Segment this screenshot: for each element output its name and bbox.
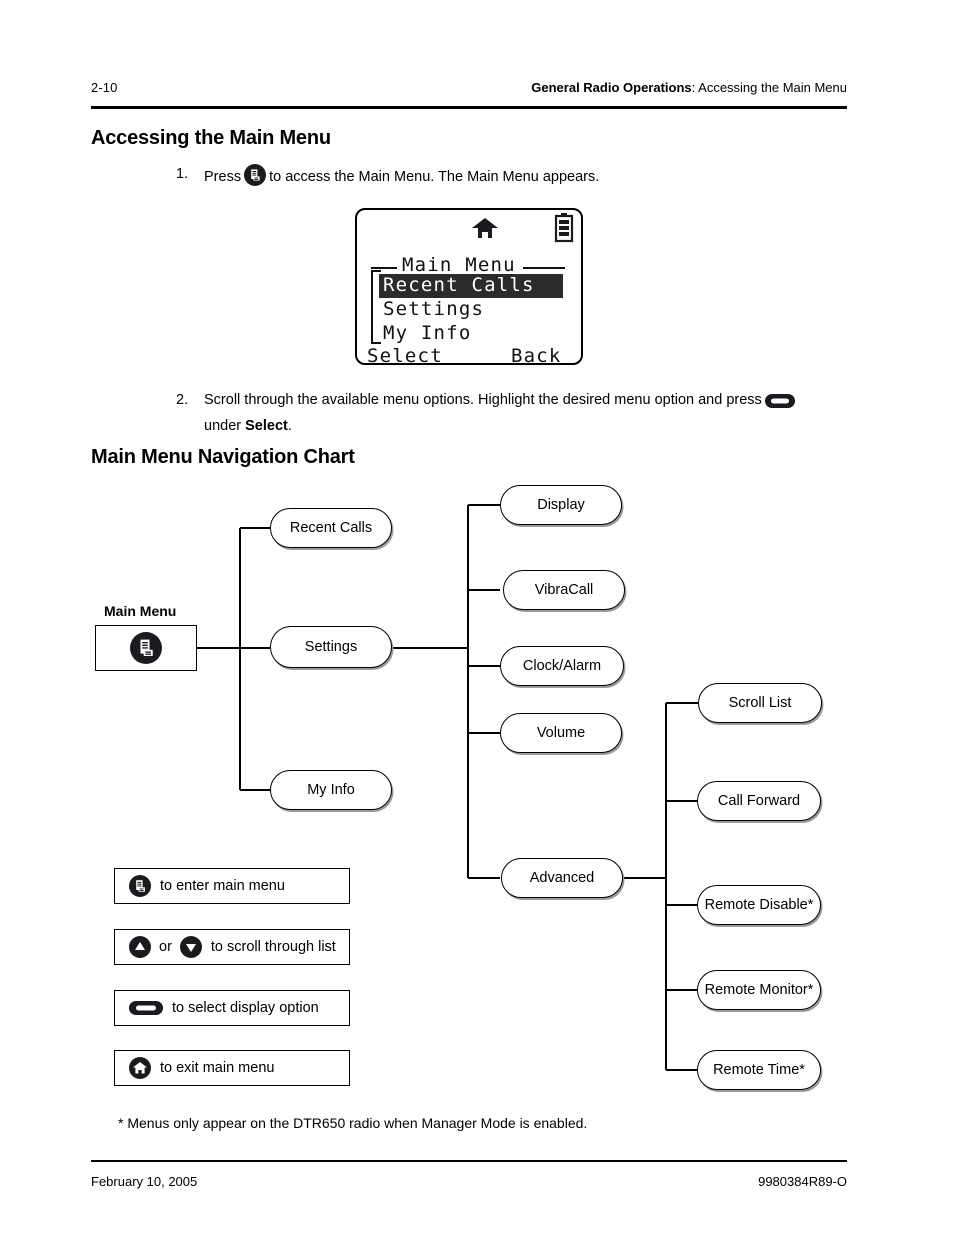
node-my-info[interactable]: My Info — [270, 770, 392, 810]
node-advanced[interactable]: Advanced — [501, 858, 623, 898]
page-header: 2-10 General Radio Operations: Accessing… — [91, 80, 847, 108]
lcd-title: Main Menu — [402, 254, 516, 276]
node-label: VibraCall — [534, 582, 594, 598]
legend-scroll-through-list: or to scroll through list — [114, 929, 350, 965]
node-label: Display — [537, 497, 585, 513]
step-1-body: Press to access the Main Menu. The Main M… — [204, 164, 599, 193]
legend-label: to exit main menu — [160, 1060, 275, 1076]
node-label: Remote Disable* — [704, 897, 814, 913]
select-key-icon — [129, 999, 163, 1017]
node-volume[interactable]: Volume — [500, 713, 622, 753]
step-2-text-line2: under Select. — [204, 418, 292, 434]
lcd-menu-item-settings[interactable]: Settings — [383, 298, 484, 320]
lcd-menu-item-recent-calls[interactable]: Recent Calls — [383, 274, 535, 296]
battery-icon — [553, 212, 575, 249]
heading-accessing-the-main-menu: Accessing the Main Menu — [91, 127, 331, 149]
heading-main-menu-navigation-chart: Main Menu Navigation Chart — [91, 446, 355, 468]
header-divider — [91, 106, 847, 109]
legend-select-display-option: to select display option — [114, 990, 350, 1026]
legend-separator: or — [159, 939, 172, 955]
node-label: Scroll List — [728, 695, 792, 711]
footer-document-number: 9980384R89-O — [758, 1174, 847, 1189]
node-label: Settings — [304, 639, 358, 655]
step-1-text-before: Press — [204, 169, 242, 185]
node-recent-calls[interactable]: Recent Calls — [270, 508, 392, 548]
home-icon — [471, 216, 499, 247]
node-clock-alarm[interactable]: Clock/Alarm — [500, 646, 624, 686]
select-key-icon — [764, 393, 795, 416]
lcd-title-rule-right — [523, 267, 565, 269]
step-1-text-after: to access the Main Menu. The Main Menu a… — [269, 169, 600, 185]
legend-enter-main-menu: to enter main menu — [114, 868, 350, 904]
lcd-menu-item-my-info[interactable]: My Info — [383, 322, 471, 344]
node-label: My Info — [307, 782, 355, 798]
node-label: Advanced — [529, 870, 595, 886]
node-label: Remote Time* — [713, 1062, 805, 1078]
node-remote-monitor[interactable]: Remote Monitor* — [697, 970, 821, 1010]
header-section-rest: : Accessing the Main Menu — [691, 80, 847, 95]
home-key-icon — [129, 1057, 151, 1079]
menu-key-icon — [129, 875, 151, 897]
lcd-title-rule-left — [371, 267, 397, 269]
header-section-bold: General Radio Operations — [531, 80, 692, 95]
lcd-softkey-back[interactable]: Back — [511, 345, 562, 367]
node-label: Volume — [536, 725, 586, 741]
menu-key-icon — [244, 164, 267, 193]
step-2-select-bold: Select — [245, 418, 288, 434]
header-section-label: General Radio Operations: Accessing the … — [531, 80, 847, 95]
footer-date: February 10, 2005 — [91, 1174, 198, 1189]
root-node-label: Main Menu — [104, 603, 177, 619]
step-2-under: under — [204, 418, 246, 434]
node-settings[interactable]: Settings — [270, 626, 392, 668]
menu-key-icon — [130, 632, 162, 664]
node-label: Call Forward — [717, 793, 801, 809]
step-2-number: 2. — [176, 392, 189, 408]
legend-label: to enter main menu — [160, 878, 285, 894]
page-number: 2-10 — [91, 80, 118, 95]
legend-exit-main-menu: to exit main menu — [114, 1050, 350, 1086]
node-remote-time[interactable]: Remote Time* — [697, 1050, 821, 1090]
step-1-number: 1. — [176, 166, 189, 182]
up-arrow-key-icon — [129, 936, 151, 958]
node-remote-disable[interactable]: Remote Disable* — [697, 885, 821, 925]
node-vibracall[interactable]: VibraCall — [503, 570, 625, 610]
node-label: Clock/Alarm — [522, 658, 602, 674]
footnote: * Menus only appear on the DTR650 radio … — [118, 1115, 588, 1131]
footer-divider — [91, 1160, 847, 1162]
node-display[interactable]: Display — [500, 485, 622, 525]
main-menu-navigation-chart: Main Menu Recent Calls Settings My Info … — [0, 470, 954, 1110]
down-arrow-key-icon — [179, 936, 202, 958]
lcd-screen-mockup: Main Menu Recent Calls Settings My Info … — [355, 208, 583, 367]
step-2-period: . — [287, 418, 292, 434]
lcd-softkey-select[interactable]: Select — [367, 345, 443, 367]
node-call-forward[interactable]: Call Forward — [697, 781, 821, 821]
step-2-body: Scroll through the available menu option… — [204, 390, 798, 437]
step-2-text-before: Scroll through the available menu option… — [204, 392, 762, 408]
node-label: Recent Calls — [289, 520, 373, 536]
node-label: Remote Monitor* — [704, 982, 814, 998]
node-scroll-list[interactable]: Scroll List — [698, 683, 822, 723]
legend-label: to select display option — [172, 1000, 319, 1016]
legend-label: to scroll through list — [210, 939, 336, 955]
root-node-main-menu[interactable] — [95, 625, 197, 671]
